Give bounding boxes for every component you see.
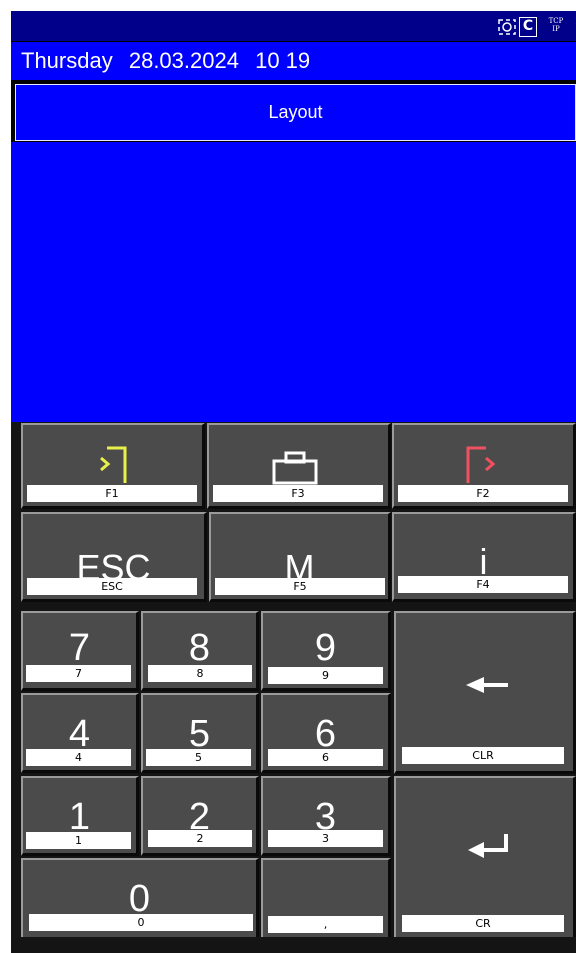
key-0[interactable]: 0 0 <box>21 858 259 940</box>
cr-label: CR <box>402 915 564 932</box>
key-9[interactable]: 9 9 <box>261 611 391 691</box>
key-2-label: 2 <box>148 830 252 847</box>
m-key[interactable]: M F5 <box>209 512 391 602</box>
key-5[interactable]: 5 5 <box>141 693 259 773</box>
page-title: Layout <box>15 84 576 141</box>
key-1[interactable]: 1 1 <box>21 776 139 856</box>
key-5-label: 5 <box>146 749 251 766</box>
key-1-label: 1 <box>26 832 131 849</box>
key-8[interactable]: 8 8 <box>141 611 259 691</box>
clr-key[interactable]: CLR <box>394 611 576 774</box>
esc-key[interactable]: ESC ESC <box>21 512 207 602</box>
enter-bracket-icon <box>100 446 127 483</box>
f1-label: F1 <box>27 485 197 502</box>
cr-key[interactable]: CR <box>394 776 576 940</box>
left-arrow-icon <box>466 677 508 693</box>
f1-key[interactable]: F1 <box>21 423 205 509</box>
time: 10 19 <box>255 48 311 73</box>
camera-icon <box>498 19 516 35</box>
c-indicator: C <box>519 17 537 37</box>
key-7[interactable]: 7 7 <box>21 611 139 691</box>
key-6-glyph: 6 <box>314 713 337 755</box>
key-3[interactable]: 3 3 <box>261 776 391 856</box>
briefcase-icon <box>272 451 318 485</box>
return-arrow-icon <box>468 834 508 858</box>
ip-label: IP <box>552 25 560 33</box>
key-4[interactable]: 4 4 <box>21 693 139 773</box>
key-3-label: 3 <box>268 830 383 847</box>
exit-bracket-icon <box>466 446 496 483</box>
date: 28.03.2024 <box>128 48 239 73</box>
content-area <box>11 142 576 422</box>
key-1-glyph: 1 <box>68 796 91 838</box>
tcp-label: TCP <box>548 17 564 25</box>
key-7-glyph: 7 <box>68 627 91 669</box>
weekday: Thursday <box>21 48 113 73</box>
clr-label: CLR <box>402 747 564 764</box>
key-2[interactable]: 2 2 <box>141 776 259 856</box>
i-glyph: i <box>479 541 488 582</box>
key-8-label: 8 <box>148 665 252 682</box>
key-6-label: 6 <box>268 749 383 766</box>
bottom-strip <box>11 937 576 953</box>
f4-label: F4 <box>398 576 568 593</box>
terminal-screen: C TCP IP Thursday 28.03.2024 10 19 Layou… <box>11 11 576 953</box>
info-key[interactable]: i F4 <box>392 512 576 602</box>
f2-key[interactable]: F2 <box>392 423 576 509</box>
key-7-label: 7 <box>26 665 131 682</box>
key-6[interactable]: 6 6 <box>261 693 391 773</box>
status-bar: C TCP IP <box>11 11 576 41</box>
keypad: F1 F3 F2 ESC ESC M F5 i F4 7 7 8 8 9 9 C… <box>11 422 576 953</box>
esc-label: ESC <box>27 578 197 595</box>
comma-label: , <box>268 916 383 933</box>
f3-label: F3 <box>213 485 383 502</box>
key-5-glyph: 5 <box>188 713 211 755</box>
key-8-glyph: 8 <box>188 627 211 669</box>
tcp-ip-indicator: TCP IP <box>544 17 568 37</box>
key-4-label: 4 <box>26 749 131 766</box>
key-0-label: 0 <box>29 914 253 931</box>
f2-label: F2 <box>398 485 568 502</box>
key-4-glyph: 4 <box>68 713 91 755</box>
date-time-bar: Thursday 28.03.2024 10 19 <box>11 42 576 80</box>
key-9-glyph: 9 <box>314 627 337 669</box>
key-9-label: 9 <box>268 667 383 684</box>
f5-label: F5 <box>215 578 385 595</box>
f3-key[interactable]: F3 <box>207 423 391 509</box>
comma-key[interactable]: , , <box>261 858 391 940</box>
key-0-glyph: 0 <box>128 878 151 920</box>
